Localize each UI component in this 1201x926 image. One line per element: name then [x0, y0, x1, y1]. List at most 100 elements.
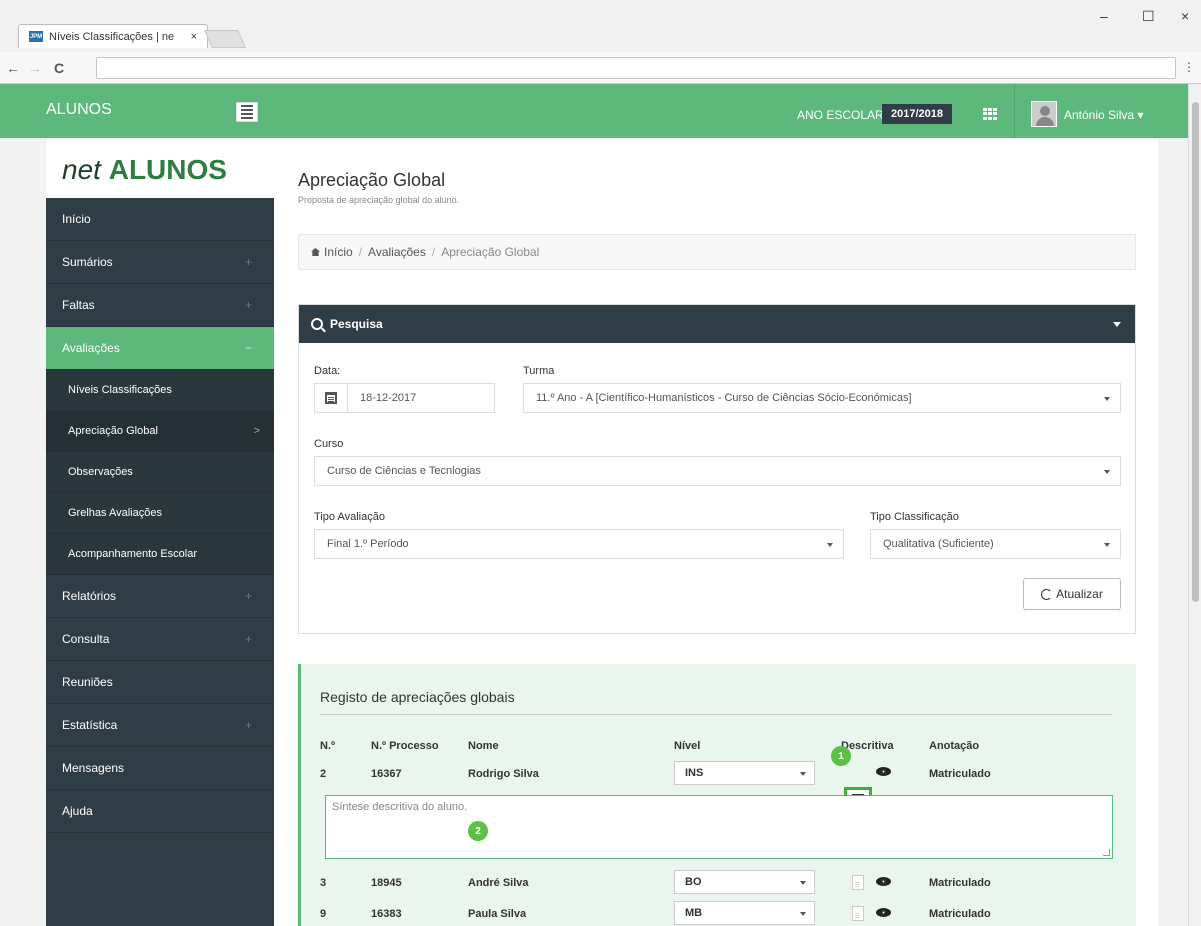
chevron-down-icon [800, 881, 806, 885]
chevron-down-icon [1104, 397, 1110, 401]
nivel-select[interactable]: INS [674, 761, 815, 785]
row-nome: Rodrigo Silva [468, 768, 539, 780]
col-header-anotacao: Anotação [929, 740, 980, 752]
browser-tab[interactable]: JPM Níveis Classificações | ne × [18, 24, 208, 48]
sidebar-item-faltas[interactable]: Faltas + [46, 284, 274, 327]
registo-panel: Registo de apreciações globais N.º N.º P… [298, 664, 1136, 926]
user-menu[interactable]: António Silva ▾ [1064, 108, 1143, 122]
browser-menu-icon[interactable]: ⋮ [1183, 60, 1195, 74]
sidebar-item-mensagens[interactable]: Mensagens [46, 747, 274, 790]
registo-title: Registo de apreciações globais [320, 689, 515, 705]
search-panel-header[interactable]: Pesquisa [299, 305, 1135, 343]
row-anotacao: Matriculado [929, 768, 991, 780]
main-content: Apreciação Global Proposta de apreciação… [274, 138, 1158, 926]
sidebar-subitem-niveis[interactable]: Níveis Classificações [46, 370, 274, 411]
sidebar-item-reunioes[interactable]: Reuniões [46, 661, 274, 704]
app-header: ALUNOS ANO ESCOLAR 2017/2018 António Sil… [0, 84, 1188, 138]
apps-grid-icon[interactable] [983, 108, 997, 120]
row-anotacao: Matriculado [929, 877, 991, 889]
menu-toggle-icon[interactable] [236, 102, 258, 122]
breadcrumb-current: Apreciação Global [441, 245, 540, 259]
sidebar-item-relatorios[interactable]: Relatórios + [46, 575, 274, 618]
page-subtitle: Proposta de apreciação global do aluno. [298, 195, 460, 205]
curso-label: Curso [314, 438, 344, 450]
row-nome: André Silva [468, 877, 529, 889]
update-button[interactable]: Atualizar [1023, 578, 1121, 610]
sidebar-subitem-grelhas[interactable]: Grelhas Avaliações [46, 493, 274, 534]
browser-toolbar: ← → C ⋮ [0, 52, 1201, 84]
logo: net ALUNOS [62, 154, 227, 185]
eye-icon[interactable] [876, 767, 891, 776]
date-input[interactable]: 18-12-2017 [347, 383, 495, 413]
tab-close-icon[interactable]: × [191, 31, 197, 43]
tipo-classificacao-select[interactable]: Qualitativa (Suficiente) [870, 529, 1121, 559]
refresh-icon [1041, 588, 1053, 600]
eye-icon[interactable] [876, 877, 891, 886]
step-badge-1: 1 [831, 746, 851, 766]
favicon-icon: JPM [29, 31, 43, 42]
new-tab-button[interactable] [203, 30, 247, 48]
avatar[interactable] [1031, 101, 1057, 127]
school-year-value[interactable]: 2017/2018 [882, 104, 952, 124]
turma-select[interactable]: 11.º Ano - A [Científico-Humanísticos - … [523, 383, 1121, 413]
document-icon[interactable] [852, 875, 864, 890]
sidebar-item-inicio[interactable]: Início [46, 198, 274, 241]
logo-area: net ALUNOS [46, 138, 274, 198]
tipo-classificacao-label: Tipo Classificação [870, 511, 959, 523]
row-num: 3 [320, 877, 327, 889]
back-icon[interactable]: ← [6, 60, 20, 76]
maximize-button[interactable]: ☐ [1142, 8, 1155, 25]
school-year-label: ANO ESCOLAR [797, 108, 884, 122]
curso-select[interactable]: Curso de Ciências e Tecnlogias [314, 456, 1121, 486]
sidebar-subitem-acompanhamento[interactable]: Acompanhamento Escolar [46, 534, 274, 575]
calendar-button[interactable] [314, 383, 348, 413]
date-label: Data: [314, 365, 341, 377]
minimize-button[interactable]: – [1100, 8, 1108, 24]
nivel-select[interactable]: BO [674, 870, 815, 894]
col-header-num: N.º [320, 740, 336, 752]
tipo-avaliacao-label: Tipo Avaliação [314, 511, 385, 523]
eye-icon[interactable] [876, 908, 891, 917]
breadcrumb-home[interactable]: Início [324, 245, 353, 259]
sidebar-subitem-observacoes[interactable]: Observações [46, 452, 274, 493]
page-title: Apreciação Global [298, 170, 446, 190]
col-header-nivel: Nível [674, 740, 701, 752]
breadcrumb-section[interactable]: Avaliações [368, 245, 426, 259]
search-panel: Pesquisa Data: 18-12-2017 Turma 11.º Ano… [298, 304, 1136, 634]
scrollbar-thumb[interactable] [1192, 102, 1199, 602]
expand-icon: + [244, 632, 252, 646]
row-anotacao: Matriculado [929, 908, 991, 920]
tipo-avaliacao-select[interactable]: Final 1.º Período [314, 529, 844, 559]
expand-icon: + [244, 255, 252, 269]
collapse-icon: − [244, 341, 252, 355]
expand-icon: + [244, 298, 252, 312]
chevron-right-icon: > [253, 425, 260, 437]
sidebar-item-sumarios[interactable]: Sumários + [46, 241, 274, 284]
nivel-select[interactable]: MB [674, 901, 815, 925]
sidebar-item-consulta[interactable]: Consulta + [46, 618, 274, 661]
row-processo: 16383 [371, 908, 402, 920]
sidebar-item-ajuda[interactable]: Ajuda [46, 790, 274, 833]
breadcrumb: Início / Avaliações / Apreciação Global [298, 234, 1136, 270]
document-icon[interactable] [852, 906, 864, 921]
resize-handle[interactable] [1103, 849, 1110, 856]
step-badge-2: 2 [468, 821, 488, 841]
close-window-button[interactable]: × [1181, 8, 1189, 24]
descritiva-textarea[interactable]: Síntese descritiva do aluno. [325, 795, 1113, 859]
forward-icon[interactable]: → [28, 60, 42, 76]
col-header-nome: Nome [468, 740, 499, 752]
address-bar[interactable] [96, 57, 1176, 79]
descritiva-placeholder: Síntese descritiva do aluno. [332, 801, 468, 813]
scrollbar[interactable] [1188, 84, 1201, 926]
chevron-down-icon [800, 772, 806, 776]
chevron-down-icon[interactable] [1113, 322, 1121, 327]
reload-icon[interactable]: C [54, 60, 64, 76]
sidebar-subitem-apreciacao[interactable]: Apreciação Global > [46, 411, 274, 452]
expand-icon: + [244, 718, 252, 732]
sidebar-item-estatistica[interactable]: Estatística + [46, 704, 274, 747]
sidebar-item-avaliacoes[interactable]: Avaliações − [46, 327, 274, 370]
row-num: 9 [320, 908, 327, 920]
row-processo: 16367 [371, 768, 402, 780]
chevron-down-icon [800, 912, 806, 916]
tab-title: Níveis Classificações | ne [49, 30, 175, 43]
